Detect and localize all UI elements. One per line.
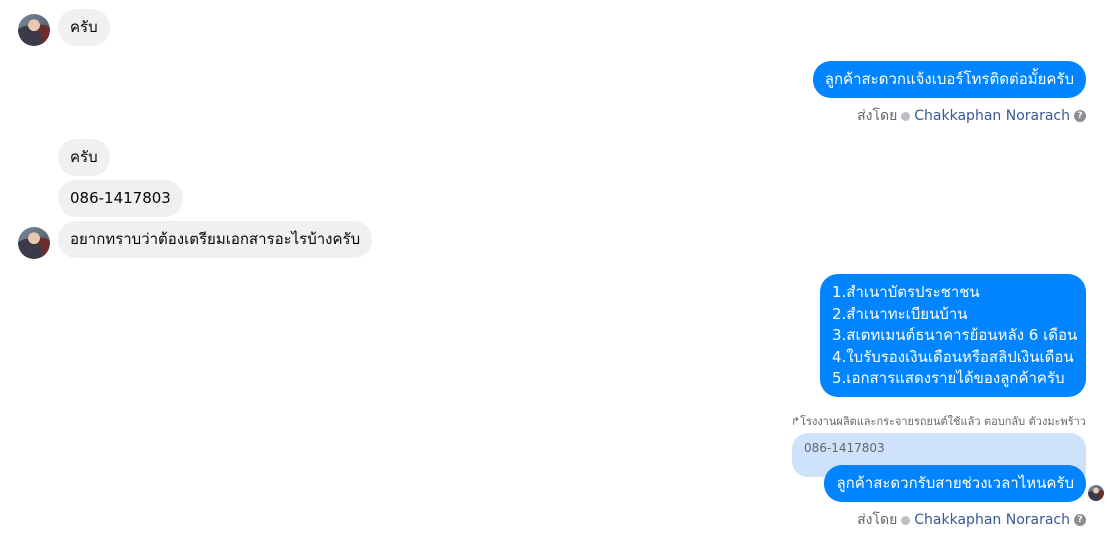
incoming-message[interactable]: อยากทราบว่าต้องเตรียมเอกสารอะไรบ้างครับ <box>58 221 373 258</box>
verified-check-icon <box>901 111 911 121</box>
sent-by-line: ส่งโดย Chakkaphan Norarach ? <box>857 509 1086 531</box>
document-list-line: 1.สำเนาบัตรประชาชน <box>832 283 980 301</box>
sent-by-label: ส่งโดย <box>857 108 898 124</box>
contact-avatar[interactable] <box>18 14 50 46</box>
sender-name-link[interactable]: Chakkaphan Norarach <box>914 108 1070 124</box>
incoming-message[interactable]: 086-1417803 <box>58 180 183 217</box>
document-list-line: 5.เอกสารแสดงรายได้ของลูกค้าครับ <box>832 369 1065 387</box>
contact-avatar[interactable] <box>18 227 50 259</box>
reply-context-label: ↱โรงงานผลิตและกระจายรถยนต์ใช้แล้ว ตอบกลั… <box>791 412 1086 430</box>
reply-icon: ↱ <box>790 415 801 428</box>
sender-name-link[interactable]: Chakkaphan Norarach <box>914 512 1070 528</box>
document-list-line: 4.ใบรับรองเงินเดือนหรือสลิปเงินเดือน <box>832 347 1074 366</box>
verified-check-icon <box>901 515 911 525</box>
document-list-line: 2.สำเนาทะเบียนบ้าน <box>832 304 968 323</box>
reply-context-text: โรงงานผลิตและกระจายรถยนต์ใช้แล้ว ตอบกลับ… <box>800 415 1086 428</box>
outgoing-message[interactable]: ลูกค้าสะดวกรับสายช่วงเวลาไหนครับ <box>824 465 1086 502</box>
incoming-message[interactable]: ครับ <box>58 139 110 176</box>
help-icon[interactable]: ? <box>1074 110 1086 122</box>
sent-by-label: ส่งโดย <box>857 512 898 528</box>
help-icon[interactable]: ? <box>1074 514 1086 526</box>
incoming-message[interactable]: ครับ <box>58 9 110 46</box>
seen-avatar <box>1088 485 1104 501</box>
outgoing-message-document-list[interactable]: 1.สำเนาบัตรประชาชน 2.สำเนาทะเบียนบ้าน 3.… <box>820 274 1086 397</box>
document-list-line: 3.สเตทเมนต์ธนาคารย้อนหลัง 6 เดือน <box>832 326 1078 344</box>
outgoing-message[interactable]: ลูกค้าสะดวกแจ้งเบอร์โทรติดต่อมั้ยครับ <box>812 61 1086 98</box>
sent-by-line: ส่งโดย Chakkaphan Norarach ? <box>857 105 1086 127</box>
